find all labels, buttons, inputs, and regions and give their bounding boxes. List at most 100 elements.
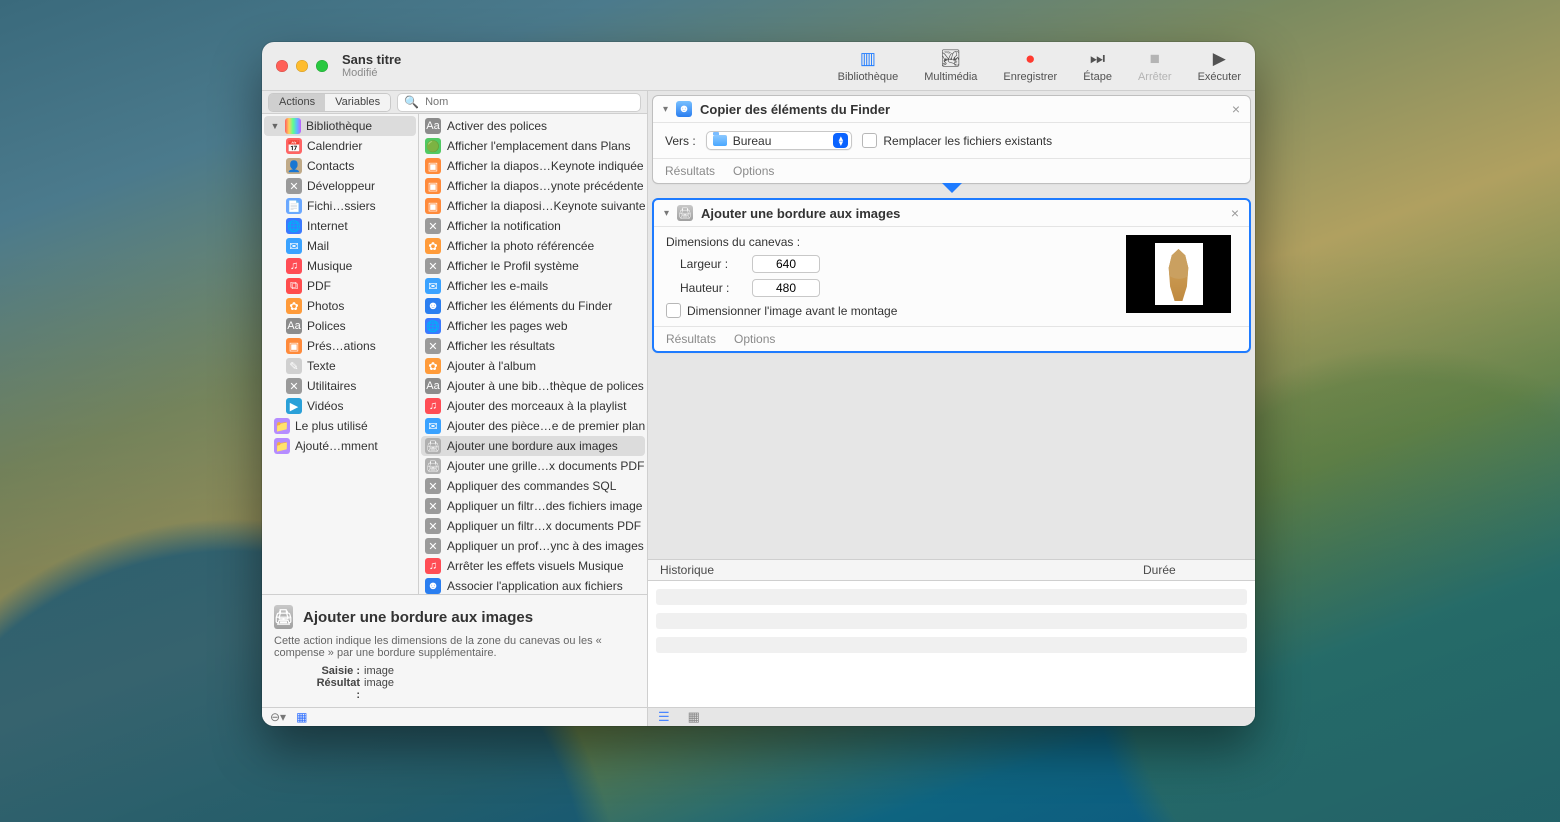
action-card-add-border[interactable]: ▾ 🖨 Ajouter une bordure aux images × Dim… [652, 198, 1251, 353]
action-icon: ✕ [425, 498, 441, 514]
action-item[interactable]: 🖨Ajouter une bordure aux images [421, 436, 645, 456]
folder-icon [713, 135, 727, 146]
segment-variables[interactable]: Variables [325, 94, 390, 111]
action-item[interactable]: AaAjouter à une bib…thèque de polices [421, 376, 645, 396]
library-item[interactable]: ✿Photos [264, 296, 416, 316]
library-item[interactable]: ♫Musique [264, 256, 416, 276]
toolbar-record[interactable]: ● Enregistrer [1003, 49, 1057, 83]
log-row [656, 589, 1247, 605]
action-icon: ☻ [425, 578, 441, 594]
action-icon: ✿ [425, 238, 441, 254]
library-item[interactable]: 👤Contacts [264, 156, 416, 176]
action-item[interactable]: ☻Afficher les éléments du Finder [421, 296, 645, 316]
toolbar-stop: ■ Arrêter [1138, 49, 1172, 83]
actions-list[interactable]: AaActiver des polices🟢Afficher l'emplace… [419, 114, 647, 594]
toolbar-step[interactable]: ⏭ Étape [1083, 49, 1112, 83]
library-list[interactable]: ▼ Bibliothèque 📅Calendrier👤Contacts✕Déve… [262, 114, 419, 594]
action-icon: ▣ [425, 198, 441, 214]
media-icon: 🏞 [940, 49, 962, 69]
action-item[interactable]: ✕Appliquer un filtr…x documents PDF [421, 516, 645, 536]
card-close-button[interactable]: × [1232, 101, 1240, 117]
action-item[interactable]: ✕Afficher la notification [421, 216, 645, 236]
card-close-button[interactable]: × [1231, 205, 1239, 221]
play-icon: ▶ [1213, 49, 1226, 69]
action-item[interactable]: 🌐Afficher les pages web [421, 316, 645, 336]
document-subtitle: Modifié [342, 67, 401, 80]
toolbar-library[interactable]: ▥ Bibliothèque [838, 49, 899, 83]
action-item[interactable]: 🟢Afficher l'emplacement dans Plans [421, 136, 645, 156]
action-item[interactable]: ✿Afficher la photo référencée [421, 236, 645, 256]
library-root[interactable]: ▼ Bibliothèque [264, 116, 416, 136]
action-card-copy-finder-items[interactable]: ▾ ☻ Copier des éléments du Finder × Vers… [652, 95, 1251, 184]
segmented-control[interactable]: Actions Variables [268, 93, 391, 112]
search-input[interactable] [423, 95, 634, 109]
action-icon: ✿ [425, 358, 441, 374]
log-flow-view-icon[interactable]: ▦ [688, 709, 700, 725]
category-icon: ✉︎ [286, 238, 302, 254]
library-item[interactable]: ⧉PDF [264, 276, 416, 296]
action-item[interactable]: ♫Arrêter les effets visuels Musique [421, 556, 645, 576]
action-item[interactable]: ✿Ajouter à l'album [421, 356, 645, 376]
action-item[interactable]: ✕Appliquer un prof…ync à des images [421, 536, 645, 556]
action-item[interactable]: ✉︎Afficher les e-mails [421, 276, 645, 296]
action-item[interactable]: ☻Associer l'application aux fichiers [421, 576, 645, 594]
library-item[interactable]: 🌐Internet [264, 216, 416, 236]
card-options-tab[interactable]: Options [734, 332, 775, 346]
library-item[interactable]: ✕Développeur [264, 176, 416, 196]
card-disclosure-icon[interactable]: ▾ [663, 104, 668, 115]
action-item[interactable]: ▣Afficher la diapos…ynote précédente [421, 176, 645, 196]
library-item[interactable]: AaPolices [264, 316, 416, 336]
category-icon: Aa [286, 318, 302, 334]
search-field[interactable]: 🔍 [397, 93, 641, 112]
minimize-window-button[interactable] [296, 60, 308, 72]
panel-icon: ▥ [860, 49, 876, 69]
card-options-tab[interactable]: Options [733, 164, 774, 178]
toolbar-run[interactable]: ▶ Exécuter [1198, 49, 1241, 83]
action-icon: 🖨 [425, 458, 441, 474]
toolbar-media[interactable]: 🏞 Multimédia [924, 49, 977, 83]
action-icon: ✕ [425, 338, 441, 354]
action-item[interactable]: ▣Afficher la diaposi…Keynote suivante [421, 196, 645, 216]
log-list-view-icon[interactable]: ☰ [658, 709, 670, 725]
dog-image [1155, 243, 1203, 305]
library-item[interactable]: ✎Texte [264, 356, 416, 376]
action-icon: ☻ [425, 298, 441, 314]
library-item[interactable]: ✕Utilitaires [264, 376, 416, 396]
replace-checkbox[interactable]: Remplacer les fichiers existants [862, 133, 1052, 148]
library-smart-folder[interactable]: 📁Ajouté…mment [264, 436, 416, 456]
zoom-window-button[interactable] [316, 60, 328, 72]
library-item[interactable]: ▶Vidéos [264, 396, 416, 416]
action-item[interactable]: ✕Afficher les résultats [421, 336, 645, 356]
action-icon: 🖨 [425, 438, 441, 454]
scale-checkbox[interactable]: Dimensionner l'image avant le montage [666, 303, 897, 318]
card-results-tab[interactable]: Résultats [666, 332, 716, 346]
action-item[interactable]: ✉︎Ajouter des pièce…e de premier plan [421, 416, 645, 436]
close-window-button[interactable] [276, 60, 288, 72]
settings-menu-icon[interactable]: ⊖▾ [270, 710, 286, 724]
action-item[interactable]: 🖨Ajouter une grille…x documents PDF [421, 456, 645, 476]
library-item[interactable]: ✉︎Mail [264, 236, 416, 256]
library-item[interactable]: 📄Fichi…ssiers [264, 196, 416, 216]
action-icon: ♫ [425, 398, 441, 414]
action-item[interactable]: AaActiver des polices [421, 116, 645, 136]
action-icon: ✕ [425, 518, 441, 534]
library-item[interactable]: 📅Calendrier [264, 136, 416, 156]
card-results-tab[interactable]: Résultats [665, 164, 715, 178]
action-item[interactable]: ✕Appliquer un filtr…des fichiers image [421, 496, 645, 516]
width-input[interactable] [752, 255, 820, 273]
height-input[interactable] [752, 279, 820, 297]
workflow-canvas[interactable]: ▾ ☻ Copier des éléments du Finder × Vers… [648, 91, 1255, 559]
destination-popup[interactable]: Bureau ▴▾ [706, 131, 853, 150]
step-icon: ⏭ [1090, 49, 1105, 69]
action-item[interactable]: ✕Afficher le Profil système [421, 256, 645, 276]
desc-title: Ajouter une bordure aux images [303, 609, 533, 626]
action-description: 🖨 Ajouter une bordure aux images Cette a… [262, 594, 647, 707]
action-item[interactable]: ▣Afficher la diapos…Keynote indiquée [421, 156, 645, 176]
action-item[interactable]: ♫Ajouter des morceaux à la playlist [421, 396, 645, 416]
action-item[interactable]: ✕Appliquer des commandes SQL [421, 476, 645, 496]
library-item[interactable]: ▣Prés…ations [264, 336, 416, 356]
library-smart-folder[interactable]: 📁Le plus utilisé [264, 416, 416, 436]
card-disclosure-icon[interactable]: ▾ [664, 208, 669, 219]
disclosure-icon[interactable]: ▼ [270, 121, 280, 131]
segment-actions[interactable]: Actions [269, 94, 325, 111]
